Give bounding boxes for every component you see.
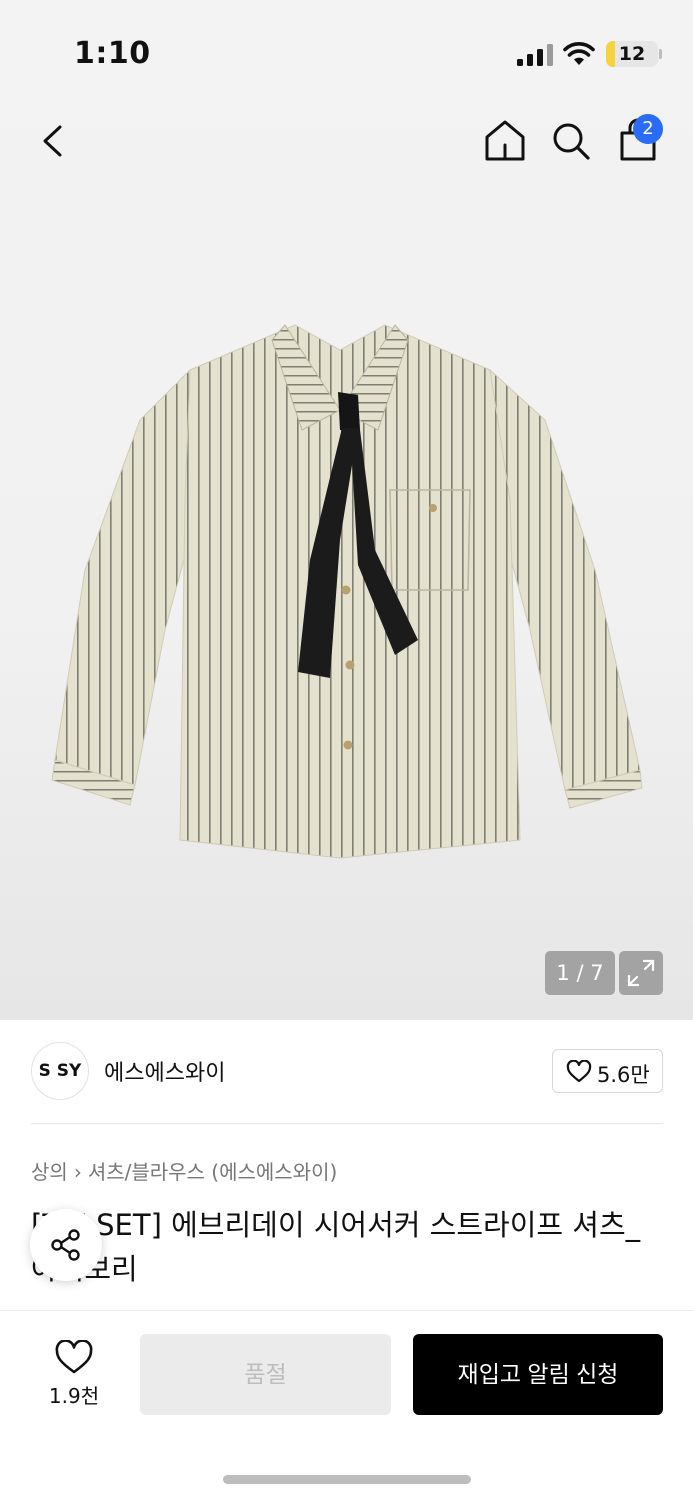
product-shirt-image [51,324,643,859]
heart-icon [566,1060,592,1083]
status-bar: 1:10 12 [0,0,693,100]
breadcrumb-subcategory[interactable]: 셔츠/블라우스 (에스에스와이) [88,1160,338,1184]
back-arrow-icon[interactable] [30,115,78,167]
search-icon[interactable] [546,115,596,167]
wifi-icon [563,42,595,65]
brand-logo[interactable]: S SY [31,1042,89,1100]
brand-like-count: 5.6만 [597,1063,650,1087]
image-counter: 1 / 7 [545,951,615,995]
brand-name[interactable]: 에스에스와이 [104,1055,225,1087]
share-icon [51,1229,80,1261]
chevron-right-icon: › [73,1160,82,1184]
battery-level: 12 [618,43,646,65]
wishlist-button[interactable]: 1.9천 [36,1336,112,1414]
battery-icon: 12 [606,41,658,67]
restock-alert-button[interactable]: 재입고 알림 신청 [413,1334,663,1415]
cellular-signal-icon [517,44,553,66]
soldout-button: 품절 [140,1334,391,1415]
home-indicator [223,1475,471,1484]
breadcrumb: 상의 › 셔츠/블라우스 (에스에스와이) [31,1156,337,1185]
wishlist-count: 1.9천 [48,1384,100,1408]
product-gallery[interactable]: 1:10 12 2 1 / 7 [0,0,693,1020]
expand-icon [627,959,655,987]
expand-image-button[interactable] [619,951,663,995]
home-icon[interactable] [480,115,530,167]
share-button[interactable] [30,1209,102,1281]
divider [31,1123,663,1124]
breadcrumb-category[interactable]: 상의 [31,1160,68,1184]
cart-badge: 2 [633,114,663,144]
status-time: 1:10 [74,36,151,71]
product-title: [TIE SET] 에브리데이 시어서커 스트라이프 셔츠_아이보리 [31,1208,641,1286]
heart-icon [55,1340,93,1374]
brand-like-button[interactable]: 5.6만 [552,1049,663,1093]
